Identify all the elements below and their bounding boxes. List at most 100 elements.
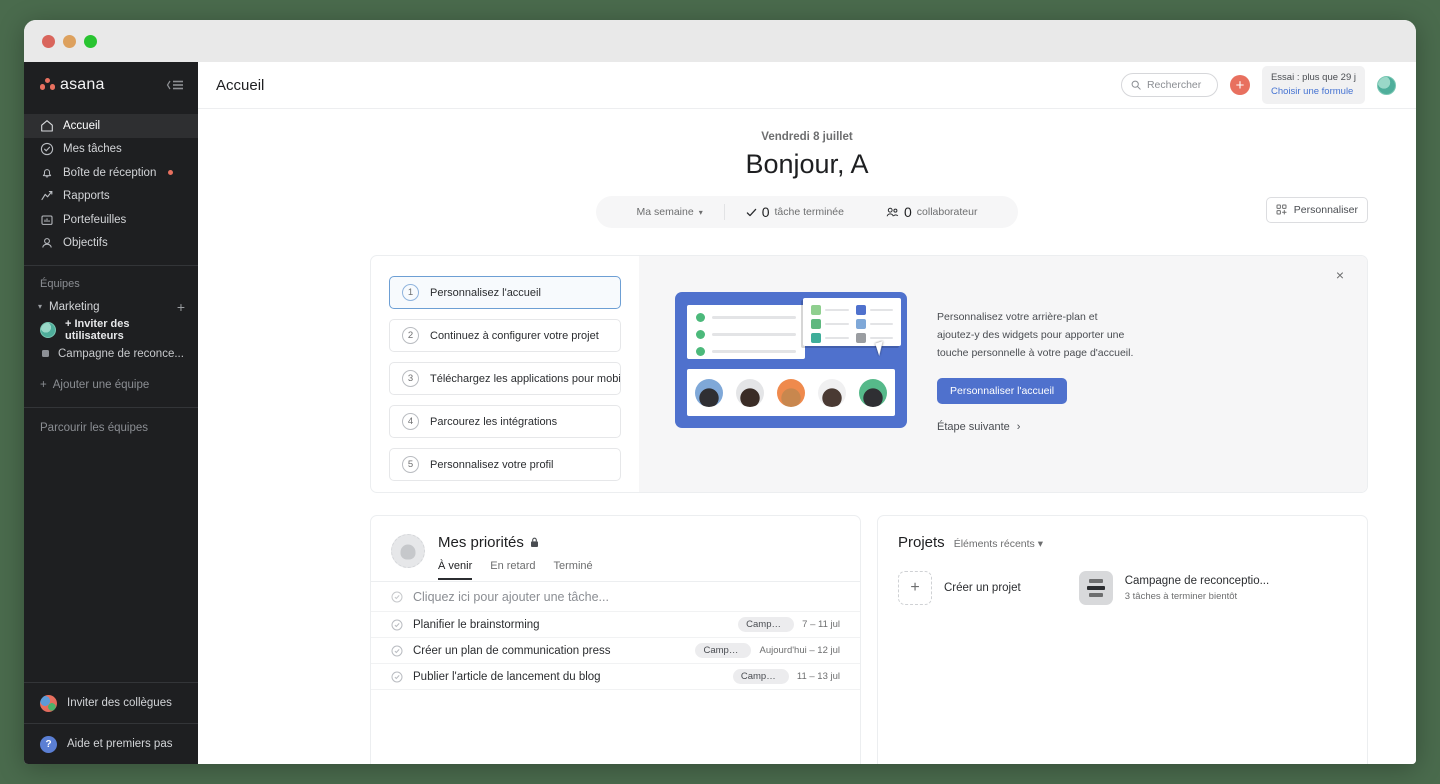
page-title: Accueil [216,76,265,94]
task-row[interactable]: Planifier le brainstorming Campag... 7 –… [371,612,860,638]
tab-en-retard[interactable]: En retard [490,560,535,580]
avatar [736,378,764,407]
step-number: 4 [402,413,419,430]
panel-title: Mes priorités [438,534,593,551]
collapse-sidebar-icon[interactable] [166,79,184,91]
step-label: Parcourez les intégrations [430,415,558,428]
chevron-down-icon: ▾ [1037,538,1044,550]
sidebar-item-boite-de-reception[interactable]: Boîte de réception [24,161,198,185]
window-maximize-button[interactable] [84,34,97,48]
sidebar-header: asana [24,62,198,107]
sidebar-item-rapports[interactable]: Rapports [24,185,198,209]
sidebar-item-objectifs[interactable]: Objectifs [24,232,198,256]
plus-icon: + [40,379,47,391]
collaborators-label: collaborateur [916,206,978,218]
close-icon[interactable]: × [1331,266,1349,284]
sidebar-item-label: Boîte de réception [63,166,157,179]
sidebar-item-portefeuilles[interactable]: Portefeuilles [24,208,198,232]
check-circle-icon [391,619,403,630]
avatar [777,378,805,407]
goal-icon [42,238,52,248]
asana-logo[interactable]: asana [40,76,105,94]
task-meta: Campag... 7 – 11 jul [738,617,840,632]
team-marketing[interactable]: ▾ Marketing + [24,295,198,318]
projects-filter-label: Éléments récents [953,538,1035,550]
browse-teams-button[interactable]: Parcourir les équipes [24,408,198,434]
customize-home-button[interactable]: Personnaliser l'accueil [937,378,1068,405]
onboarding-step-2[interactable]: 2 Continuez à configurer votre projet [389,319,621,352]
window-close-button[interactable] [42,34,55,48]
illustration-task-card [687,305,805,359]
customize-label: Personnaliser [1293,204,1358,216]
onboarding-detail: × Personnalisez votre arrière-plan et aj… [639,256,1367,492]
sidebar-project-label: Campagne de reconce... [58,347,184,360]
lock-icon [530,537,538,547]
onboarding-step-3[interactable]: 3 Téléchargez les applications pour mobi… [389,362,621,395]
onboarding-step-1[interactable]: 1 Personnalisez l'accueil [389,276,621,309]
task-list: Cliquez ici pour ajouter une tâche... Pl… [371,581,860,690]
sidebar: asana Accueil Mes tâches Boîte de récept… [24,62,198,764]
task-project-chip[interactable]: Campag... [695,643,752,658]
project-subtitle: 3 tâches à terminer bientôt [1124,590,1238,602]
avatar[interactable] [1377,75,1396,95]
completed-tasks-label: tâche terminée [774,206,844,218]
sidebar-project-campagne[interactable]: Campagne de reconce... [24,342,198,365]
chevron-right-icon: › [1016,421,1021,434]
team-name-label: Marketing [49,300,100,313]
onboarding-steps: 1 Personnalisez l'accueil 2 Continuez à … [371,256,639,492]
check-circle-icon [40,143,54,156]
trial-banner[interactable]: Essai : plus que 29 j Choisir une formul… [1261,65,1365,105]
app-window: asana Accueil Mes tâches Boîte de récept… [24,20,1416,764]
sidebar-item-label: Portefeuilles [63,213,127,226]
asana-logo-mark [40,78,55,91]
add-task-row[interactable]: Cliquez ici pour ajouter une tâche... [371,582,860,612]
help-button[interactable]: ? Aide et premiers pas [24,724,198,764]
step-number: 1 [402,284,419,301]
projects-header: Projets Éléments récents ▾ [878,516,1367,551]
invite-colleagues-button[interactable]: Inviter des collègues [24,683,198,723]
completed-tasks-stat[interactable]: 0 tâche terminée [725,204,865,220]
portfolio-icon [41,215,53,225]
sidebar-item-mes-taches[interactable]: Mes tâches [24,138,198,162]
step-label: Personnalisez l'accueil [430,286,541,299]
projects-filter[interactable]: Éléments récents ▾ [954,538,1043,550]
search-input[interactable]: Rechercher [1120,73,1218,97]
task-name: Publier l'article de lancement du blog [413,670,601,683]
window-minimize-button[interactable] [63,34,76,48]
task-project-chip[interactable]: Campag... [738,617,795,632]
sidebar-item-label: Rapports [63,190,110,203]
page-scroll-area: Vendredi 8 juillet Bonjour, A Ma semaine… [198,109,1416,764]
task-project-chip[interactable]: Campag... [732,669,789,684]
completed-tasks-count: 0 [761,204,770,220]
onboarding-step-5[interactable]: 5 Personnalisez votre profil [389,448,621,481]
onboarding-step-4[interactable]: 4 Parcourez les intégrations [389,405,621,438]
choose-plan-link[interactable]: Choisir une formule [1271,85,1356,99]
my-priorities-panel: Mes priorités À venir En retard Terminé [370,515,861,764]
project-square-icon [42,350,49,357]
create-button[interactable]: + [1229,75,1250,95]
week-filter[interactable]: Ma semaine ▾ [616,206,724,218]
check-icon [746,208,756,216]
task-name: Planifier le brainstorming [413,618,540,631]
project-card[interactable]: Campagne de reconceptio... 3 tâches à te… [1078,571,1269,605]
add-team-button[interactable]: + Ajouter une équipe [24,365,198,391]
avatar[interactable] [391,534,425,568]
task-row[interactable]: Créer un plan de communication press Cam… [371,638,860,664]
create-project-button[interactable]: + Créer un projet [898,571,1021,605]
task-row[interactable]: Publier l'article de lancement du blog C… [371,664,860,690]
project-icon [1078,571,1113,605]
priorities-header: Mes priorités À venir En retard Terminé [371,516,860,580]
customize-button[interactable]: Personnaliser [1265,197,1368,223]
task-meta: Campag... 11 – 13 jul [732,669,840,684]
next-step-link[interactable]: Étape suivante › [937,421,1020,433]
tab-termine[interactable]: Terminé [554,560,593,580]
add-task-placeholder: Cliquez ici pour ajouter une tâche... [413,589,609,604]
invite-users-row[interactable]: + Inviter des utilisateurs [24,318,198,342]
window-titlebar [24,20,1416,62]
week-filter-label: Ma semaine [636,206,694,218]
sidebar-item-accueil[interactable]: Accueil [24,114,198,138]
plus-icon: + [898,571,932,605]
tab-a-venir[interactable]: À venir [438,560,473,580]
add-to-team-icon[interactable]: + [177,299,185,315]
collaborators-stat[interactable]: 0 collaborateur [865,204,999,220]
